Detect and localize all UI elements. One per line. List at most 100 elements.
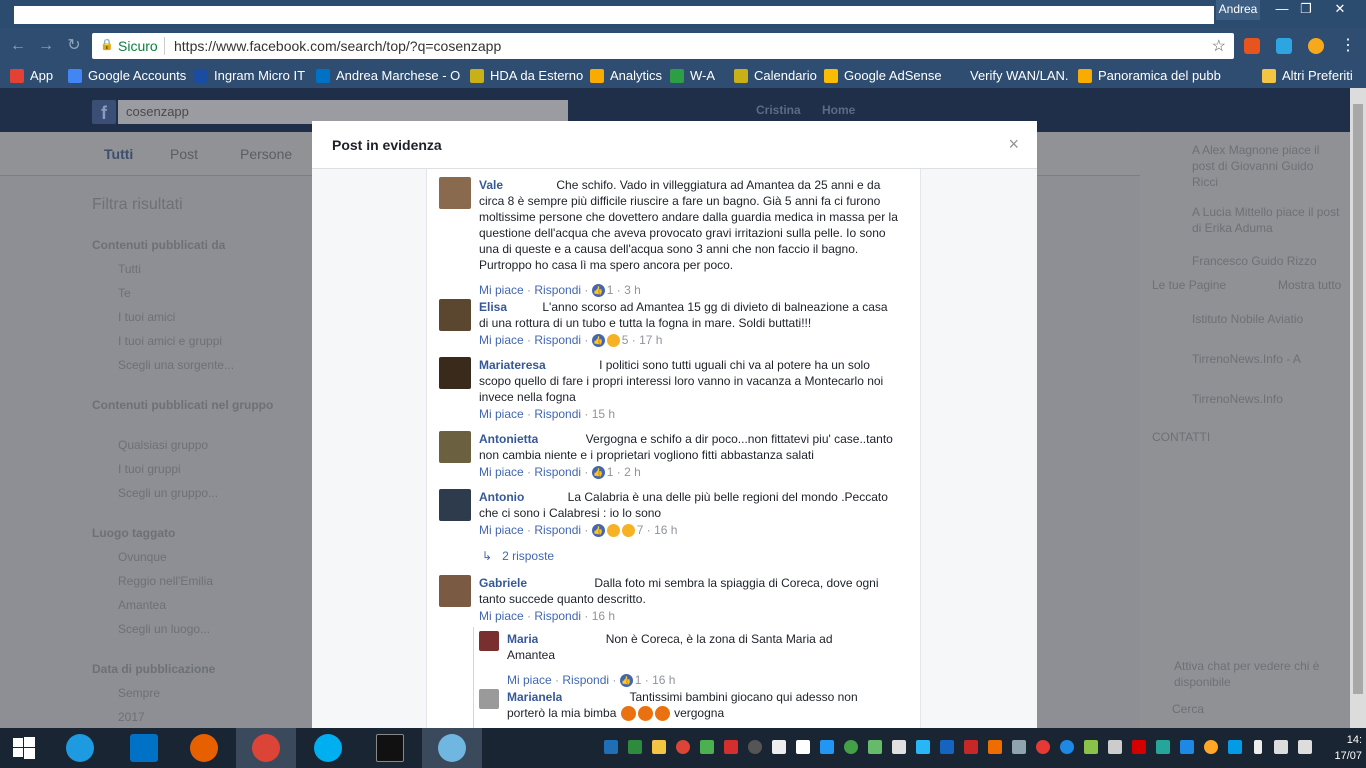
reply-button[interactable]: Rispondi xyxy=(534,333,581,347)
avatar[interactable] xyxy=(479,689,499,709)
bookmark-hda[interactable]: HDA da Esterno xyxy=(470,67,583,85)
tab-strip[interactable] xyxy=(14,6,1214,24)
tray-icon[interactable] xyxy=(628,740,642,754)
menu-icon[interactable]: ⋮ xyxy=(1338,36,1358,56)
comment-author[interactable]: Antonietta xyxy=(479,432,538,446)
tray-icon[interactable] xyxy=(1132,740,1146,754)
ticker-item[interactable]: A Lucia Mittello piace il post di Erika … xyxy=(1192,204,1342,236)
pages-show-all-link[interactable]: Mostra tutto xyxy=(1278,278,1341,292)
close-dialog-button[interactable]: × xyxy=(1008,134,1019,155)
tray-icon[interactable] xyxy=(772,740,786,754)
tab-post[interactable]: Post xyxy=(170,146,198,162)
reply-author[interactable]: Maria xyxy=(507,632,538,646)
profile-button[interactable]: Andrea xyxy=(1216,0,1260,20)
wifi-icon[interactable] xyxy=(916,740,930,754)
taskbar-skype[interactable] xyxy=(298,728,358,768)
bookmark-outlook[interactable]: Andrea Marchese - O xyxy=(316,67,460,85)
bookmark-ingram-micro[interactable]: Ingram Micro IT xyxy=(194,67,305,85)
reply-button[interactable]: Rispondi xyxy=(534,283,581,297)
taskbar-firefox[interactable] xyxy=(174,728,234,768)
facebook-logo-icon[interactable]: f xyxy=(92,100,116,124)
bookmark-verify-wan[interactable]: Verify WAN/LAN. xyxy=(950,67,1068,85)
tray-icon[interactable] xyxy=(940,740,954,754)
filter-option[interactable]: Scegli una sorgente... xyxy=(118,358,234,372)
like-button[interactable]: Mi piace xyxy=(479,523,524,537)
bookmark-calendario[interactable]: Calendario xyxy=(734,67,817,85)
reply-author[interactable]: Marianela xyxy=(507,690,562,704)
url-text[interactable]: https://www.facebook.com/search/top/?q=c… xyxy=(174,38,501,54)
pacman-extension-icon[interactable] xyxy=(1308,38,1324,54)
filter-option[interactable]: Amantea xyxy=(118,598,166,612)
fb-home-link[interactable]: Home xyxy=(822,103,855,117)
tray-icon[interactable] xyxy=(988,740,1002,754)
page-item[interactable]: TirrenoNews.Info - A xyxy=(1192,352,1301,366)
filter-option[interactable]: 2017 xyxy=(118,710,145,724)
taskbar-ie[interactable] xyxy=(50,728,110,768)
fb-profile-link[interactable]: Cristina xyxy=(756,103,801,117)
tray-icon[interactable] xyxy=(1228,740,1242,754)
taskbar-paint[interactable] xyxy=(422,728,482,768)
network-icon[interactable] xyxy=(1274,740,1288,754)
page-item[interactable]: Istituto Nobile Aviatio xyxy=(1192,312,1303,326)
avatar[interactable] xyxy=(439,357,471,389)
bookmark-panoramica[interactable]: Panoramica del pubb xyxy=(1078,67,1221,85)
reply-button[interactable]: Rispondi xyxy=(534,465,581,479)
ticker-item[interactable]: Francesco Guido Rizzo xyxy=(1192,254,1317,268)
reply-button[interactable]: Rispondi xyxy=(562,673,609,687)
filter-option[interactable]: I tuoi amici e gruppi xyxy=(118,334,222,348)
avatar[interactable] xyxy=(439,299,471,331)
office-extension-icon[interactable] xyxy=(1244,38,1260,54)
forward-icon[interactable]: → xyxy=(36,36,56,56)
filter-option[interactable]: Ovunque xyxy=(118,550,167,564)
bookmark-analytics[interactable]: Analytics xyxy=(590,67,662,85)
comment-author[interactable]: Vale xyxy=(479,178,503,192)
like-button[interactable]: Mi piace xyxy=(479,283,524,297)
comment-author[interactable]: Antonio xyxy=(479,490,524,504)
bookmark-google-accounts[interactable]: Google Accounts xyxy=(68,67,186,85)
tray-icon[interactable] xyxy=(1204,740,1218,754)
like-button[interactable]: Mi piace xyxy=(479,407,524,421)
bluetooth-icon[interactable] xyxy=(1180,740,1194,754)
telegram-extension-icon[interactable] xyxy=(1276,38,1292,54)
tray-icon[interactable] xyxy=(700,740,714,754)
avatar[interactable] xyxy=(439,575,471,607)
tray-icon[interactable] xyxy=(796,740,810,754)
tray-icon[interactable] xyxy=(1060,740,1074,754)
like-button[interactable]: Mi piace xyxy=(479,333,524,347)
back-icon[interactable]: ← xyxy=(8,36,28,56)
start-button[interactable] xyxy=(0,728,48,768)
avatar[interactable] xyxy=(439,177,471,209)
ticker-item[interactable]: A Alex Magnone piace il post di Giovanni… xyxy=(1192,142,1342,190)
taskbar-cmd[interactable] xyxy=(360,728,420,768)
filter-option[interactable]: Qualsiasi gruppo xyxy=(118,438,208,452)
tray-icon[interactable] xyxy=(748,740,762,754)
reply-button[interactable]: Rispondi xyxy=(534,609,581,623)
tray-icon[interactable] xyxy=(892,740,906,754)
bookmark-wa[interactable]: W-A xyxy=(670,67,715,85)
tray-icon[interactable] xyxy=(868,740,882,754)
tray-icon[interactable] xyxy=(652,740,666,754)
tray-icon[interactable] xyxy=(1036,740,1050,754)
filter-option[interactable]: Te xyxy=(118,286,131,300)
filter-option[interactable]: Reggio nell'Emilia xyxy=(118,574,213,588)
tray-icon[interactable] xyxy=(844,740,858,754)
comment-author[interactable]: Gabriele xyxy=(479,576,527,590)
filter-option[interactable]: I tuoi gruppi xyxy=(118,462,181,476)
filter-option[interactable]: I tuoi amici xyxy=(118,310,175,324)
tray-icon[interactable] xyxy=(724,740,738,754)
battery-icon[interactable] xyxy=(1254,740,1262,754)
bookmark-adsense[interactable]: Google AdSense xyxy=(824,67,942,85)
bookmark-app[interactable]: App xyxy=(10,67,53,85)
tray-icon[interactable] xyxy=(820,740,834,754)
close-window-button[interactable]: ✕ xyxy=(1326,0,1354,20)
like-button[interactable]: Mi piace xyxy=(507,673,552,687)
bookmark-star-icon[interactable]: ☆ xyxy=(1212,36,1226,56)
like-button[interactable]: Mi piace xyxy=(479,465,524,479)
tray-icon[interactable] xyxy=(676,740,690,754)
like-button[interactable]: Mi piace xyxy=(479,609,524,623)
tray-icon[interactable] xyxy=(964,740,978,754)
filter-option[interactable]: Scegli un gruppo... xyxy=(118,486,218,500)
taskbar-outlook[interactable] xyxy=(114,728,174,768)
volume-icon[interactable] xyxy=(1298,740,1312,754)
tray-icon[interactable] xyxy=(1108,740,1122,754)
